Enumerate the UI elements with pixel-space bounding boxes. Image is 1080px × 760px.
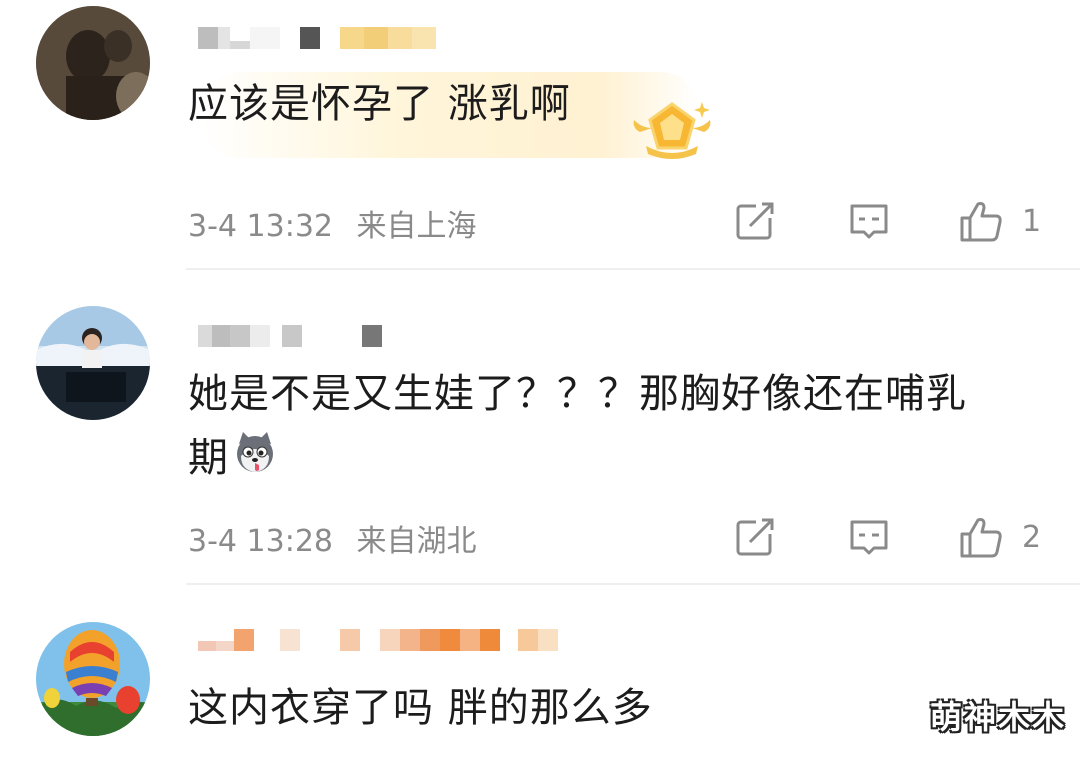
comment-text: 应该是怀孕了 涨乳啊 [188,81,571,127]
comment-item: 这内衣穿了吗 胖的那么多 [0,586,1080,760]
avatar[interactable] [36,622,150,736]
comment-actions: 2 [730,512,1050,562]
avatar[interactable] [36,306,150,420]
comment-text: 她是不是又生娃了？？？那胸好像还在哺乳 [188,371,967,417]
comment-icon [850,204,888,239]
comment-actions: 1 [730,196,1050,246]
like-button[interactable]: 2 [958,512,1041,562]
like-button[interactable]: 1 [958,196,1041,246]
share-icon [736,202,774,240]
comment-meta: 3-4 13:32 来自上海 [188,201,477,245]
thumbs-up-icon [960,202,1002,242]
gold-pentagon-badge-icon [630,98,714,162]
comment-time: 3-4 13:32 [188,209,333,244]
share-button[interactable] [734,512,776,562]
thumbs-up-icon [960,518,1002,558]
comment-item: 应该是怀孕了 涨乳啊 3-4 13:32 来自上海 1 [0,0,1080,270]
comment-time: 3-4 13:28 [188,524,333,559]
username-blurred[interactable] [198,324,382,348]
husky-dog-emoji-icon [233,430,277,491]
share-button[interactable] [734,196,776,246]
share-icon [736,518,774,556]
reply-button[interactable] [848,512,890,562]
comment-text: 这内衣穿了吗 胖的那么多 [188,685,653,731]
comment-meta: 3-4 13:28 来自湖北 [188,516,477,560]
comment-item: 她是不是又生娃了？？？那胸好像还在哺乳 期 3-4 13:28 来自湖北 2 [0,270,1080,586]
comment-location: 来自湖北 [356,524,477,559]
avatar[interactable] [36,6,150,120]
like-count: 1 [1022,203,1042,239]
comment-location: 来自上海 [356,209,477,244]
divider [186,583,1080,585]
reply-button[interactable] [848,196,890,246]
like-count: 2 [1022,519,1042,555]
comment-icon [850,520,888,555]
comment-text-line2: 期 [188,428,277,491]
username-blurred[interactable] [198,26,436,50]
watermark: 萌神木木 [929,698,1066,736]
username-blurred[interactable] [198,628,558,652]
